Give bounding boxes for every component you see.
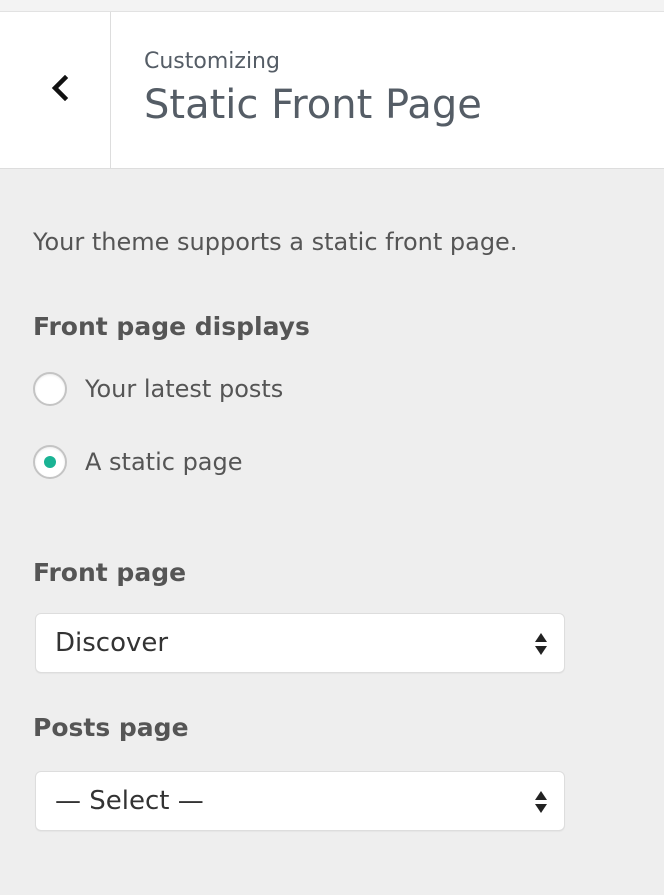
page-title: Static Front Page <box>144 82 482 128</box>
customizer-panel: Customizing Static Front Page Your theme… <box>0 0 664 895</box>
chevron-left-icon <box>51 75 69 101</box>
radio-latest-posts[interactable]: Your latest posts <box>33 371 283 407</box>
radio-button-checked[interactable] <box>33 445 67 479</box>
front-page-label: Front page <box>33 558 187 587</box>
panel-header: Customizing Static Front Page <box>0 12 664 169</box>
section-description: Your theme supports a static front page. <box>33 228 518 256</box>
radio-label: A static page <box>85 448 243 476</box>
title-wrap: Customizing Static Front Page <box>144 48 482 130</box>
radio-label: Your latest posts <box>85 375 284 403</box>
posts-page-label: Posts page <box>33 713 189 742</box>
front-page-select[interactable]: Discover <box>35 613 565 673</box>
breadcrumb: Customizing <box>144 49 280 74</box>
top-strip <box>0 0 664 12</box>
select-arrows-icon <box>535 791 547 813</box>
radio-button[interactable] <box>33 372 67 406</box>
back-button[interactable] <box>0 12 111 168</box>
front-page-displays-label: Front page displays <box>33 312 310 341</box>
select-arrows-icon <box>535 633 547 655</box>
radio-static-page[interactable]: A static page <box>33 444 243 480</box>
select-value: Discover <box>55 628 169 658</box>
select-value: — Select — <box>55 786 204 816</box>
posts-page-select[interactable]: — Select — <box>35 771 565 831</box>
